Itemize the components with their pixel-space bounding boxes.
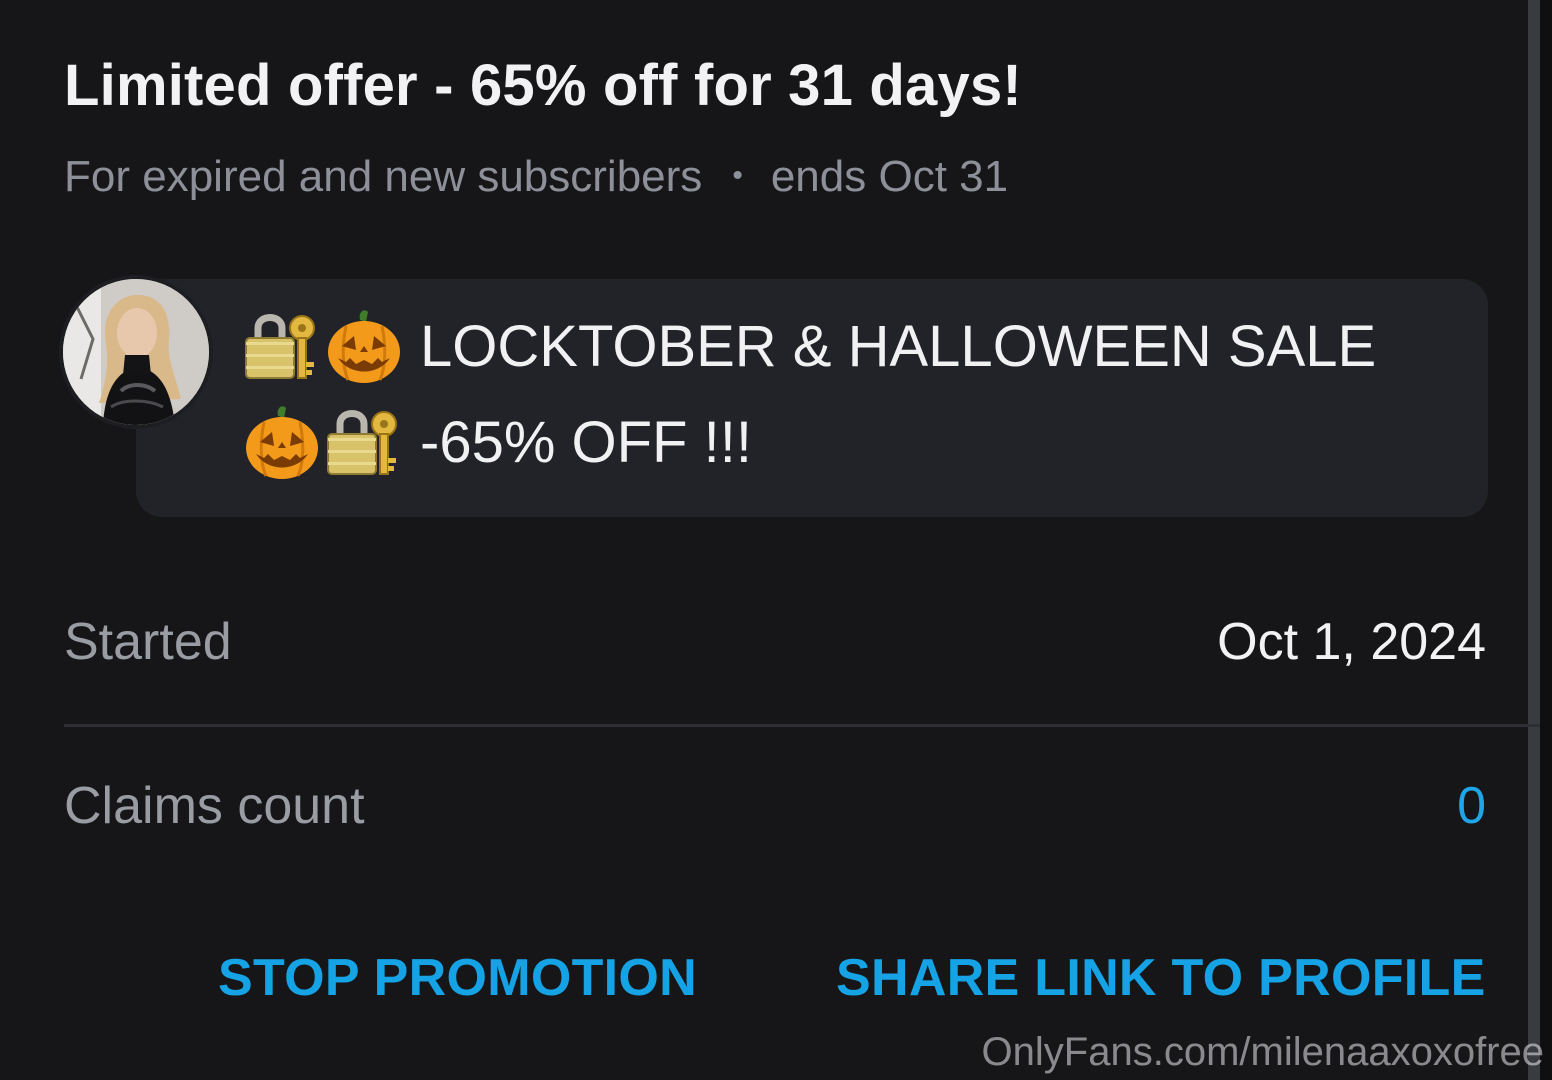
divider xyxy=(64,724,1540,727)
jack-o-lantern-icon xyxy=(328,310,400,383)
promo-message-text-2: -65% OFF !!! xyxy=(420,409,752,475)
scrollbar[interactable] xyxy=(1528,0,1540,1080)
promo-message-line-1: LOCKTOBER & HALLOWEEN SALE xyxy=(242,306,1376,386)
promo-message-text-1: LOCKTOBER & HALLOWEEN SALE xyxy=(420,313,1377,379)
lock-with-key-icon xyxy=(245,314,315,379)
started-value: Oct 1, 2024 xyxy=(1217,613,1486,671)
watermark-text: OnlyFans.com/milenaaxoxofree xyxy=(981,1030,1544,1074)
avatar[interactable] xyxy=(63,279,209,425)
separator-dot: • xyxy=(732,159,743,192)
promotion-detail-screen: Limited offer - 65% off for 31 days! For… xyxy=(0,0,1552,1080)
stop-promotion-button[interactable]: STOP PROMOTION xyxy=(218,948,697,1008)
claims-count-value[interactable]: 0 xyxy=(1457,776,1486,836)
share-link-button[interactable]: SHARE LINK TO PROFILE xyxy=(836,948,1486,1008)
offer-audience: For expired and new subscribers xyxy=(64,152,703,201)
claims-count-label: Claims count xyxy=(64,777,365,835)
promo-message-line-2: -65% OFF !!! xyxy=(242,402,752,482)
scrollbar-track xyxy=(1540,0,1552,1080)
offer-end-date: ends Oct 31 xyxy=(770,152,1009,201)
started-label: Started xyxy=(64,613,232,671)
lock-with-key-icon xyxy=(327,410,397,475)
avatar-image xyxy=(63,279,209,425)
offer-title: Limited offer - 65% off for 31 days! xyxy=(64,53,1022,118)
offer-subtitle: For expired and new subscribers • ends Oct… xyxy=(64,152,1008,202)
jack-o-lantern-icon xyxy=(246,406,318,479)
